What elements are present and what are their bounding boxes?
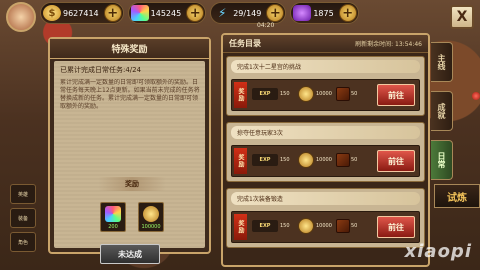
gem-icon: [105, 206, 121, 222]
player-avatar[interactable]: [6, 2, 36, 32]
coin-icon: [298, 152, 314, 168]
task-name: 掠夺任意玩家3次: [231, 126, 420, 139]
gold-reward: 10000: [316, 91, 332, 97]
exp-value: 150: [280, 91, 290, 97]
book-reward: 50: [351, 223, 358, 229]
task-reward-row: 奖励 EXP 150 10000 50 前往: [231, 211, 420, 243]
stamina-value: 29/149: [233, 8, 262, 18]
go-button[interactable]: 前往: [377, 150, 415, 172]
reward-label: 奖励: [98, 177, 166, 191]
special-reward-content: 已累计完成日常任务:4/24 累计完成满一定数量的日常即可领取额外的奖励。日常任…: [54, 61, 205, 264]
exp-value: 150: [280, 223, 290, 229]
reward-gem-amount: 200: [108, 224, 118, 230]
add-stamina-button[interactable]: +: [266, 4, 285, 22]
gem-counter: 145245 +: [127, 2, 207, 24]
refresh-time: 13:54:46: [395, 41, 422, 48]
special-reward-panel: 特殊奖励 已累计完成日常任务:4/24 累计完成满一定数量的日常即可领取额外的奖…: [48, 37, 211, 264]
reward-description: 累计完成满一定数量的日常即可领取额外的奖励。日常任务每天晚上12点更新。如果当前…: [60, 79, 200, 110]
book-reward: 50: [351, 157, 358, 163]
book-icon: [336, 153, 350, 167]
gold-counter: $ 9627414 +: [40, 2, 124, 24]
reward-tag: 奖励: [234, 214, 247, 240]
reward-gem[interactable]: 200: [100, 202, 126, 232]
exp-icon: EXP: [252, 154, 278, 166]
stamina-counter: ⚡ 29/149 +: [210, 2, 287, 24]
task-card: 完成1次十二星宫的挑战 奖励 EXP 150 10000 50 前往: [226, 56, 425, 116]
daily-progress: 已累计完成日常任务:4/24: [60, 66, 142, 74]
reward-coin-amount: 100000: [141, 224, 161, 230]
stamina-timer: 04:20: [257, 22, 275, 29]
tab-achievements[interactable]: 成就: [431, 91, 453, 131]
crystal-value: 1875: [313, 8, 334, 18]
task-list-panel: 任务目录 刷新剩余时间: 13:54:46 完成1次十二星宫的挑战 奖励 EXP…: [221, 33, 430, 267]
coin-icon: [298, 218, 314, 234]
close-button[interactable]: X: [450, 5, 474, 29]
reward-coin[interactable]: 100000: [138, 202, 164, 232]
go-button[interactable]: 前往: [377, 84, 415, 106]
exp-icon: EXP: [252, 88, 278, 100]
task-list[interactable]: 完成1次十二星宫的挑战 奖励 EXP 150 10000 50 前往 掠夺任意玩…: [226, 56, 425, 265]
tab-daily[interactable]: 日常: [431, 140, 453, 180]
add-gold-button[interactable]: +: [103, 4, 122, 22]
book-icon: [336, 219, 350, 233]
exp-value: 150: [280, 157, 290, 163]
task-list-header: 任务目录 刷新剩余时间: 13:54:46: [223, 35, 428, 53]
gem-value: 145245: [150, 8, 182, 18]
reward-tag: 奖励: [234, 82, 247, 108]
go-button[interactable]: 前往: [377, 216, 415, 238]
add-gem-button[interactable]: +: [186, 4, 205, 22]
refresh-timer: 刷新剩余时间: 13:54:46: [355, 39, 422, 48]
gold-value: 9627414: [63, 8, 99, 18]
gem-icon: [130, 5, 149, 21]
left-menu: 英雄 装备 角色: [0, 0, 46, 270]
reward-tag: 奖励: [234, 148, 247, 174]
book-reward: 50: [351, 91, 358, 97]
lightning-icon: ⚡: [217, 6, 227, 20]
menu-equipment[interactable]: 装备: [10, 208, 36, 228]
crystal-icon: [293, 5, 312, 21]
task-reward-row: 奖励 EXP 150 10000 50 前往: [231, 145, 420, 177]
task-card: 掠夺任意玩家3次 奖励 EXP 150 10000 50 前往: [226, 122, 425, 182]
resource-bar: $ 9627414 + 145245 + ⚡ 29/149 + 1875 +: [40, 0, 390, 26]
task-name: 完成1次十二星宫的挑战: [231, 60, 420, 73]
watermark-logo: xiaopi: [404, 241, 472, 262]
task-list-title: 任务目录: [229, 39, 261, 48]
side-tabs: 主线 成就 日常: [431, 42, 453, 189]
notification-dot: [472, 92, 480, 100]
crystal-counter: 1875 +: [290, 2, 359, 24]
add-crystal-button[interactable]: +: [338, 4, 357, 22]
refresh-label: 刷新剩余时间:: [355, 41, 394, 48]
task-reward-row: 奖励 EXP 150 10000 50 前往: [231, 79, 420, 111]
book-icon: [336, 87, 350, 101]
exp-icon: EXP: [252, 220, 278, 232]
menu-role[interactable]: 角色: [10, 232, 36, 252]
task-card: 完成1次装备锻造 奖励 EXP 150 10000 50 前往: [226, 188, 425, 248]
trial-button[interactable]: 试炼: [434, 184, 480, 208]
not-reached-button[interactable]: 未达成: [100, 244, 160, 264]
tab-main-quest[interactable]: 主线: [431, 42, 453, 82]
menu-hero[interactable]: 英雄: [10, 184, 36, 204]
coin-icon: [298, 86, 314, 102]
gold-reward: 10000: [316, 157, 332, 163]
coin-icon: [143, 206, 159, 222]
gold-reward: 10000: [316, 223, 332, 229]
special-reward-title: 特殊奖励: [50, 39, 209, 59]
task-name: 完成1次装备锻造: [231, 192, 420, 205]
coin-icon: $: [43, 5, 61, 21]
